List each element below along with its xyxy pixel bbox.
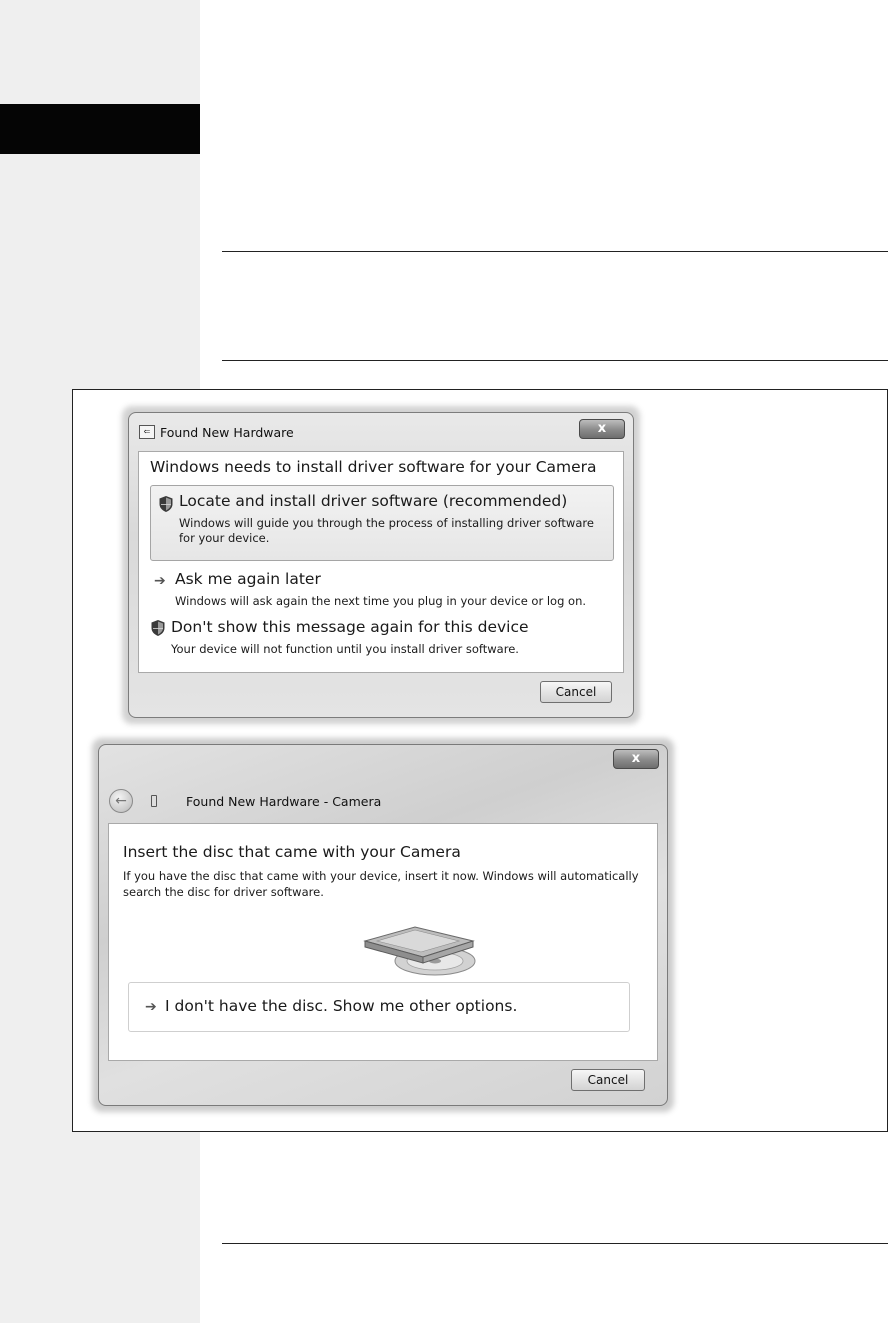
hardware-icon: ⇐ <box>139 425 155 439</box>
found-new-hardware-dialog: ⇐ Found New Hardware x Windows needs to … <box>128 412 634 718</box>
close-button[interactable]: x <box>579 419 625 439</box>
option-description: Windows will ask again the next time you… <box>175 594 587 608</box>
dialog-description: If you have the disc that came with your… <box>123 869 639 899</box>
option-title: Locate and install driver software (reco… <box>179 492 568 510</box>
option-dont-show[interactable]: Don't show this message again for this d… <box>171 618 529 636</box>
dialog-content: Windows needs to install driver software… <box>138 451 624 673</box>
back-arrow-icon[interactable]: ← <box>109 789 133 813</box>
chapter-tab <box>0 104 200 154</box>
close-button[interactable]: x <box>613 749 659 769</box>
option-description: Windows will guide you through the proce… <box>179 516 594 545</box>
option-description: Your device will not function until you … <box>171 642 519 656</box>
bottom-rule <box>222 1243 888 1244</box>
arrow-icon: ➔ <box>154 573 166 589</box>
no-disc-label: I don't have the disc. Show me other opt… <box>165 997 518 1015</box>
top-rule <box>222 251 888 252</box>
disc-drive-icon <box>363 926 476 976</box>
device-icon <box>151 795 157 807</box>
shield-icon <box>151 620 165 636</box>
dialog-heading: Windows needs to install driver software… <box>150 458 597 476</box>
arrow-icon: ➔ <box>145 999 157 1015</box>
dialog-content: Insert the disc that came with your Came… <box>108 823 658 1061</box>
window-title: Found New Hardware <box>160 425 294 440</box>
no-disc-option[interactable]: ➔ I don't have the disc. Show me other o… <box>128 982 630 1032</box>
shield-icon <box>159 496 173 512</box>
option-locate-install[interactable]: Locate and install driver software (reco… <box>150 485 614 561</box>
insert-disc-dialog: x ← Found New Hardware - Camera Insert t… <box>98 744 668 1106</box>
dialog-footer: Cancel <box>108 1063 658 1099</box>
window-title: Found New Hardware - Camera <box>186 794 382 809</box>
option-ask-later[interactable]: Ask me again later <box>175 570 321 588</box>
cancel-button[interactable]: Cancel <box>540 681 612 703</box>
cancel-button[interactable]: Cancel <box>571 1069 645 1091</box>
dialog-footer: Cancel <box>138 675 624 709</box>
dialog-heading: Insert the disc that came with your Came… <box>123 843 461 861</box>
middle-rule <box>222 360 888 361</box>
title-bar: ⇐ Found New Hardware x <box>129 413 633 443</box>
